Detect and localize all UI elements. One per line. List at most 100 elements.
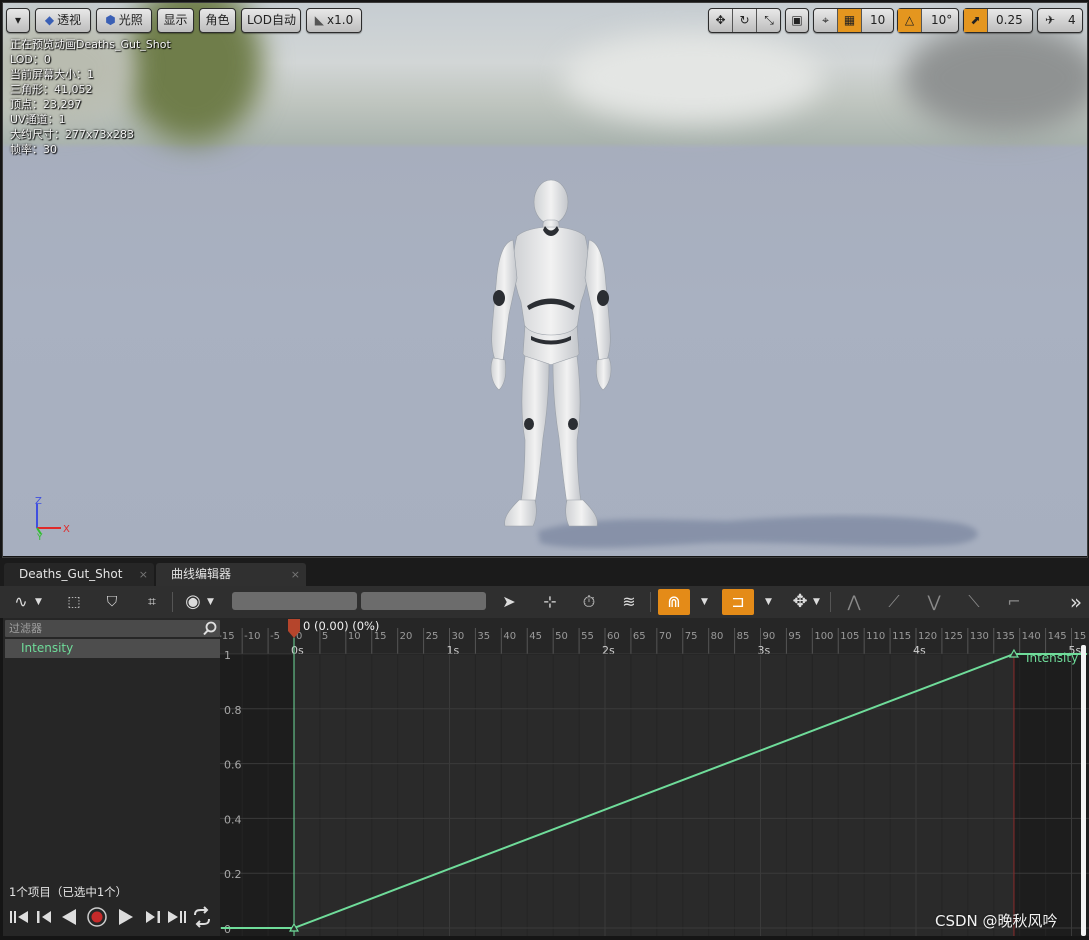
gizmo-y-label: Y xyxy=(36,533,43,540)
step-forward-icon[interactable] xyxy=(142,906,164,928)
chevron-down-icon[interactable]: ▼ xyxy=(813,589,820,615)
translate-mode-icon[interactable]: ✥ xyxy=(709,9,733,32)
curve-graph-canvas[interactable]: -15-10-505101520253035404550556065707580… xyxy=(220,618,1089,936)
frame-tick-label: 90 xyxy=(763,631,776,642)
scale-snap-icon[interactable]: ⬈ xyxy=(964,9,988,32)
rotate-snap-group: △ 10° xyxy=(897,8,959,33)
more-options-icon[interactable]: » xyxy=(1064,589,1088,615)
preview-viewport[interactable]: ▾ ◆ 透视 ⬢ 光照 显示 角色 LOD自动 ◣ x1.0 ✥ ↻ ⤡ ▣ ⌖ ▦ … xyxy=(3,3,1087,556)
frame-tick-label: 70 xyxy=(659,631,672,642)
linear-tangent-icon[interactable]: ⟍ xyxy=(960,589,988,615)
lit-button[interactable]: ⬢ 光照 xyxy=(96,8,152,33)
value-axis-label: 0.6 xyxy=(224,759,242,772)
stat-previewing: 正在预览动画Deaths_Gut_Shot xyxy=(10,38,171,51)
move-icon[interactable]: ✥ xyxy=(788,589,812,615)
rotate-mode-icon[interactable]: ↻ xyxy=(733,9,757,32)
frame-tick-label: 85 xyxy=(737,631,750,642)
tab-deaths-gut-shot[interactable]: Deaths_Gut_Shot × xyxy=(4,563,154,586)
gizmo-z-label: Z xyxy=(35,496,42,507)
frame-tick-label: 50 xyxy=(555,631,568,642)
playback-speed-button[interactable]: ◣ x1.0 xyxy=(306,8,362,33)
retime-icon[interactable]: ⏱ xyxy=(576,589,602,615)
rotate-snap-icon[interactable]: △ xyxy=(898,9,922,32)
perspective-icon: ◆ xyxy=(44,13,55,27)
stat-vertices: 顶点：23,297 xyxy=(10,98,82,111)
toolbar-divider xyxy=(650,592,651,612)
frame-tick-label: 45 xyxy=(529,631,542,642)
chevron-down-icon[interactable]: ▼ xyxy=(35,589,42,615)
frame-all-icon[interactable]: ⌗ xyxy=(140,589,164,615)
play-reverse-icon[interactable] xyxy=(58,906,80,928)
auto-tangent-icon[interactable]: ⋀ xyxy=(840,589,868,615)
frame-tick-label: 105 xyxy=(840,631,859,642)
character-button[interactable]: 角色 xyxy=(199,8,236,33)
stat-uv-channels: UV通道：1 xyxy=(10,113,66,126)
mannequin-character[interactable] xyxy=(473,178,633,538)
close-icon[interactable]: × xyxy=(291,563,300,586)
user-tangent-icon[interactable]: ⟋ xyxy=(880,589,908,615)
break-tangent-icon[interactable]: ⋁ xyxy=(920,589,948,615)
background-building xyxy=(563,33,823,123)
camera-speed-icon[interactable]: ✈ xyxy=(1038,9,1062,32)
frame-tick-label: 145 xyxy=(1048,631,1067,642)
transform-tools-group: ✥ ↻ ⤡ xyxy=(708,8,781,33)
chevron-down-icon[interactable]: ▼ xyxy=(207,589,214,615)
local-space-icon[interactable]: ▣ xyxy=(785,8,809,33)
perspective-button[interactable]: ◆ 透视 xyxy=(35,8,91,33)
lit-icon: ⬢ xyxy=(105,13,116,27)
curve-graph[interactable]: -15-10-505101520253035404550556065707580… xyxy=(220,618,1089,936)
chevron-down-icon[interactable]: ▼ xyxy=(765,589,772,615)
filter-input[interactable] xyxy=(9,620,199,637)
select-tool-icon[interactable]: ⬚ xyxy=(62,589,86,615)
background-car xyxy=(903,23,1087,133)
close-icon[interactable]: × xyxy=(139,563,148,586)
lod-button[interactable]: LOD自动 xyxy=(241,8,301,33)
axis-gizmo: Z X Y xyxy=(35,496,70,540)
frame-tick-label: 40 xyxy=(503,631,516,642)
transform-keys-icon[interactable]: ⊹ xyxy=(537,589,563,615)
frame-tick-label: 130 xyxy=(970,631,989,642)
frame-tick-label: 65 xyxy=(633,631,646,642)
surface-snap-icon[interactable]: ⌖ xyxy=(814,9,838,32)
step-back-icon[interactable] xyxy=(33,906,55,928)
skip-to-end-icon[interactable] xyxy=(166,906,188,928)
curve-editor-toolbar: ∿ ▼ ⬚ ⛉ ⌗ ◉ ▼ ➤ ⊹ ⏱ ≋ ⋒ ▼ ⊐ ▼ ✥ ▼ ⋀ ⟋ ⋁ … xyxy=(0,586,1089,618)
rotate-snap-value[interactable]: 10° xyxy=(931,9,952,32)
skip-to-start-icon[interactable] xyxy=(8,906,30,928)
tab-curve-editor[interactable]: 曲线编辑器 × xyxy=(156,563,306,586)
vertical-scrollbar[interactable] xyxy=(1081,645,1086,936)
curve-view-mode-icon[interactable]: ∿ xyxy=(8,589,34,615)
frame-tick-label: 110 xyxy=(866,631,885,642)
search-icon[interactable] xyxy=(202,620,218,637)
frame-tick-label: 30 xyxy=(452,631,465,642)
record-icon[interactable] xyxy=(86,906,108,928)
eye-icon[interactable]: ◉ xyxy=(180,589,206,615)
scale-snap-value[interactable]: 0.25 xyxy=(996,9,1023,32)
stat-screen-size: 当前屏幕大小：1 xyxy=(10,68,94,81)
cursor-icon[interactable]: ➤ xyxy=(497,589,521,615)
curve-list-item-intensity[interactable]: Intensity xyxy=(5,639,220,658)
value-axis-label: 0.8 xyxy=(224,704,242,717)
multi-curve-icon[interactable]: ≋ xyxy=(616,589,642,615)
chevron-down-icon[interactable]: ▼ xyxy=(701,589,708,615)
second-label: 2s xyxy=(602,644,615,657)
time-snap-icon[interactable]: ⊐ xyxy=(722,589,754,615)
grid-snap-value[interactable]: 10 xyxy=(870,9,885,32)
frame-selection-icon[interactable]: ⛉ xyxy=(100,589,124,615)
grid-snap-icon[interactable]: ▦ xyxy=(838,9,862,32)
key-value-field[interactable] xyxy=(361,592,486,610)
frame-tick-label: 120 xyxy=(918,631,937,642)
key-time-field[interactable] xyxy=(232,592,357,610)
constant-tangent-icon[interactable]: ⌐ xyxy=(1000,589,1028,615)
loop-icon[interactable] xyxy=(191,906,213,928)
play-icon[interactable] xyxy=(115,906,137,928)
frame-tick-label: 25 xyxy=(426,631,439,642)
second-label: 1s xyxy=(447,644,460,657)
item-count-label: 1个项目（已选中1个） xyxy=(9,885,128,899)
value-snap-icon[interactable]: ⋒ xyxy=(658,589,690,615)
camera-speed-value[interactable]: 4 xyxy=(1068,9,1076,32)
show-button[interactable]: 显示 xyxy=(157,8,194,33)
viewport-menu-button[interactable]: ▾ xyxy=(6,8,30,33)
stat-lod: LOD：0 xyxy=(10,53,51,66)
scale-mode-icon[interactable]: ⤡ xyxy=(757,9,781,32)
